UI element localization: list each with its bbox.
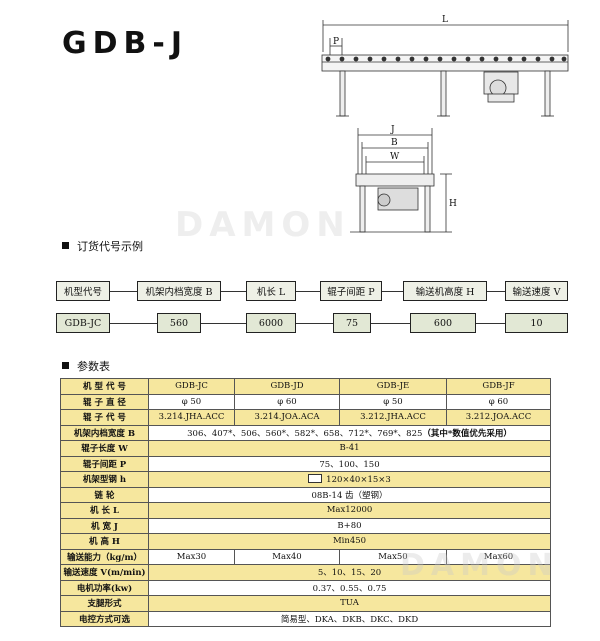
- dim-label-B: B: [391, 138, 398, 148]
- order-label-length: 机长 L: [246, 281, 296, 301]
- dim-label-W: W: [390, 152, 400, 162]
- cell: 3.212.JHA.ACC: [339, 409, 447, 426]
- row-label: 链 轮: [60, 486, 149, 503]
- dim-label-P: P: [333, 37, 339, 47]
- order-value-model: GDB-JC: [56, 313, 110, 333]
- cell: GDB-JD: [234, 378, 340, 395]
- table-row: 支腿形式 TUA: [60, 595, 551, 612]
- order-heading-text: 订货代号示例: [77, 240, 143, 253]
- cell-span: 简易型、DKA、DKB、DKC、DKD: [148, 610, 551, 627]
- cell-span: 08B-14 齿（塑钢）: [148, 486, 551, 503]
- order-label-speed: 输送速度 V: [505, 281, 568, 301]
- params-heading-text: 参数表: [77, 360, 110, 373]
- table-row: 机架内档宽度 B 306、407*、506、560*、582*、658、712*…: [60, 424, 551, 441]
- row-label: 机 型 代 号: [60, 378, 149, 395]
- cell-span: 306、407*、506、560*、582*、658、712*、769*、825…: [148, 424, 551, 441]
- bullet-square-icon: [62, 362, 69, 369]
- cell: GDB-JE: [339, 378, 447, 395]
- bullet-square-icon: [62, 242, 69, 249]
- cell-span: 120×40×15×3: [148, 471, 551, 488]
- cell-span: TUA: [148, 595, 551, 612]
- order-value-length: 6000: [246, 313, 296, 333]
- order-label-width: 机架内档宽度 B: [137, 281, 221, 301]
- row-label: 机 长 L: [60, 502, 149, 519]
- row-label: 机架内档宽度 B: [60, 424, 149, 441]
- row-label: 电机功率(kw): [60, 579, 149, 596]
- table-row: 辊子长度 W B-41: [60, 440, 551, 457]
- row-label: 辊子长度 W: [60, 440, 149, 457]
- order-label-pitch: 辊子间距 P: [320, 281, 382, 301]
- row-label: 机 宽 J: [60, 517, 149, 534]
- watermark-top: DAMON: [175, 205, 351, 245]
- priority-note: （其中*数值优先采用）: [422, 428, 512, 439]
- cell: 3.212.JOA.ACC: [446, 409, 551, 426]
- cell: 3.214.JHA.ACC: [148, 409, 235, 426]
- row-label: 电控方式可选: [60, 610, 149, 627]
- table-row: 辊 子 代 号 3.214.JHA.ACC 3.214.JOA.ACA 3.21…: [60, 409, 551, 426]
- order-section-heading: 订货代号示例: [62, 238, 143, 254]
- table-row: 机 型 代 号 GDB-JC GDB-JD GDB-JE GDB-JF: [60, 378, 551, 395]
- channel-section-icon: [308, 473, 323, 483]
- cell: GDB-JC: [148, 378, 235, 395]
- cell: Max40: [234, 548, 340, 565]
- row-label: 辊子间距 P: [60, 455, 149, 472]
- cell: 3.214.JOA.ACA: [234, 409, 340, 426]
- watermark-bottom: DAMON: [400, 548, 559, 583]
- row-label: 输送能力（kg/m）: [60, 548, 149, 565]
- cell-span: B-41: [148, 440, 551, 457]
- table-row: 辊子间距 P 75、100、150: [60, 455, 551, 472]
- row-label: 输送速度 V(m/min): [60, 564, 149, 581]
- cell: Max30: [148, 548, 235, 565]
- table-row: 机 宽 J B+80: [60, 517, 551, 534]
- order-label-height: 输送机高度 H: [403, 281, 487, 301]
- cell-span: Max12000: [148, 502, 551, 519]
- order-value-speed: 10: [505, 313, 568, 333]
- cell: φ 50: [339, 393, 447, 410]
- dim-label-H: H: [449, 199, 457, 209]
- table-row: 辊 子 直 径 φ 50 φ 60 φ 50 φ 60: [60, 393, 551, 410]
- cell: GDB-JF: [446, 378, 551, 395]
- table-row: 机 长 L Max12000: [60, 502, 551, 519]
- order-value-width: 560: [157, 313, 201, 333]
- table-row: 链 轮 08B-14 齿（塑钢）: [60, 486, 551, 503]
- order-value-pitch: 75: [333, 313, 371, 333]
- row-label: 支腿形式: [60, 595, 149, 612]
- frame-profile: 120×40×15×3: [326, 474, 391, 485]
- dim-label-L: L: [442, 15, 448, 25]
- row-label: 辊 子 代 号: [60, 409, 149, 426]
- cell: φ 60: [234, 393, 340, 410]
- table-row: 机架型钢 h 120×40×15×3: [60, 471, 551, 488]
- cell: φ 50: [148, 393, 235, 410]
- table-row: 机 高 H Min450: [60, 533, 551, 550]
- width-options: 306、407*、506、560*、582*、658、712*、769*、825: [187, 428, 423, 439]
- row-label: 辊 子 直 径: [60, 393, 149, 410]
- cell-span: 75、100、150: [148, 455, 551, 472]
- row-label: 机架型钢 h: [60, 471, 149, 488]
- params-section-heading: 参数表: [62, 358, 110, 374]
- cell-span: B+80: [148, 517, 551, 534]
- cell: φ 60: [446, 393, 551, 410]
- order-value-height: 600: [410, 313, 476, 333]
- table-row: 电控方式可选 简易型、DKA、DKB、DKC、DKD: [60, 610, 551, 627]
- parameter-table: 机 型 代 号 GDB-JC GDB-JD GDB-JE GDB-JF 辊 子 …: [60, 378, 551, 627]
- cell-span: Min450: [148, 533, 551, 550]
- order-label-model: 机型代号: [56, 281, 110, 301]
- row-label: 机 高 H: [60, 533, 149, 550]
- dim-label-J: J: [390, 125, 395, 135]
